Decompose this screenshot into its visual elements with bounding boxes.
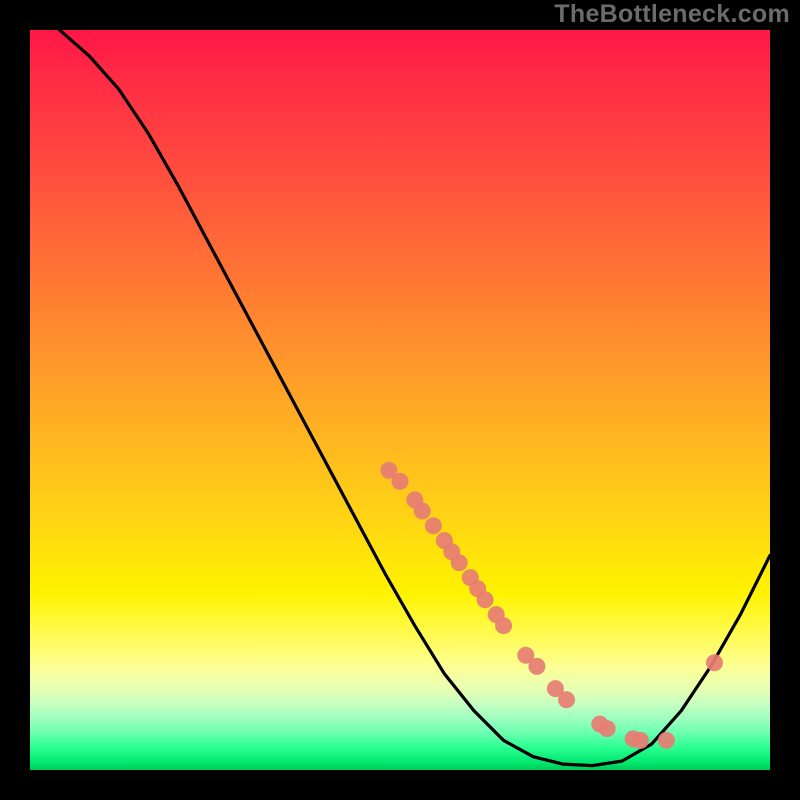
marker-dot — [706, 654, 723, 671]
marker-dot — [632, 732, 649, 749]
marker-dot — [392, 473, 409, 490]
marker-dot — [477, 591, 494, 608]
marker-dot — [414, 503, 431, 520]
marker-dot — [599, 720, 616, 737]
marker-dot — [528, 658, 545, 675]
curve-svg — [30, 30, 770, 770]
watermark-label: TheBottleneck.com — [554, 0, 790, 29]
marker-dot — [658, 732, 675, 749]
marker-dot — [451, 554, 468, 571]
chart-frame: TheBottleneck.com — [0, 0, 800, 800]
marker-dot — [425, 517, 442, 534]
marker-dot — [558, 691, 575, 708]
plot-area — [30, 30, 770, 770]
marker-dot — [495, 617, 512, 634]
bottleneck-curve — [30, 30, 770, 766]
highlighted-points — [380, 462, 723, 749]
